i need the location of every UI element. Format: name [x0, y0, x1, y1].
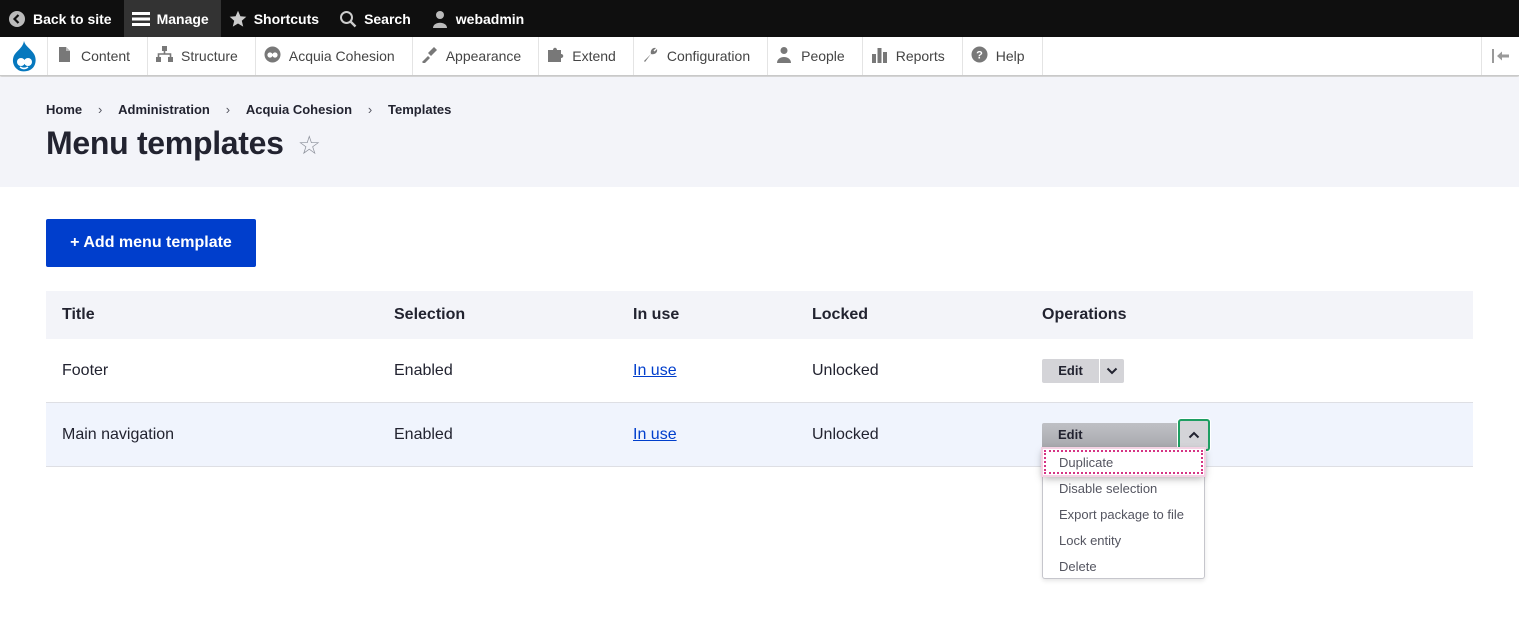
user-tab[interactable]: webadmin: [423, 0, 536, 37]
star-outline-icon[interactable]: ☆: [298, 132, 321, 158]
operations-dropbutton: Edit: [1042, 418, 1210, 451]
svg-text:?: ?: [976, 50, 983, 62]
paintbrush-icon: [421, 46, 438, 66]
menu-item-content[interactable]: Content: [48, 37, 149, 75]
star-filled-icon: [229, 10, 247, 28]
row-locked: Unlocked: [812, 361, 879, 379]
menu-item-reports[interactable]: Reports: [863, 37, 963, 75]
menu-item-extend[interactable]: Extend: [539, 37, 634, 75]
search-tab[interactable]: Search: [331, 0, 423, 37]
lock-entity-menu-item[interactable]: Lock entity: [1043, 527, 1204, 553]
search-icon: [339, 10, 357, 28]
admin-toolbar: Back to site Manage Shortcuts Search web…: [0, 0, 1519, 37]
menu-item-acquia-cohesion[interactable]: Acquia Cohesion: [256, 37, 413, 75]
export-package-menu-item[interactable]: Export package to file: [1043, 501, 1204, 527]
hamburger-icon: [131, 10, 150, 28]
menu-item-label: Extend: [572, 48, 616, 64]
back-to-site-label: Back to site: [33, 10, 112, 27]
table-header-row: Title Selection In use Locked Operations: [46, 291, 1473, 339]
user-icon: [431, 10, 449, 28]
manage-label: Manage: [156, 10, 209, 27]
structure-icon: [156, 46, 174, 66]
menu-item-configuration[interactable]: Configuration: [634, 37, 769, 75]
tray-spacer: [1043, 37, 1481, 75]
menu-item-structure[interactable]: Structure: [148, 37, 256, 75]
bar-chart-icon: [871, 46, 888, 66]
menu-item-label: People: [801, 48, 845, 64]
row-title: Main navigation: [62, 425, 175, 443]
menu-item-people[interactable]: People: [768, 37, 863, 75]
menu-item-appearance[interactable]: Appearance: [413, 37, 540, 75]
chevron-down-icon[interactable]: [1099, 358, 1124, 383]
breadcrumb-separator: ›: [97, 102, 103, 117]
edit-button[interactable]: Edit: [1042, 358, 1099, 383]
templates-table: Title Selection In use Locked Operations…: [46, 291, 1473, 467]
breadcrumb-separator: ›: [367, 102, 373, 117]
table-row: Footer Enabled In use Unlocked Edit: [46, 339, 1473, 403]
menu-item-label: Appearance: [445, 48, 522, 64]
page-title: Menu templates: [46, 125, 284, 161]
add-menu-template-button[interactable]: + Add menu template: [46, 219, 256, 267]
shortcuts-tab[interactable]: Shortcuts: [221, 0, 331, 37]
breadcrumb-templates[interactable]: Templates: [388, 102, 451, 117]
cohesion-icon: [264, 46, 281, 66]
admin-menu-tray: Content Structure Acquia Cohesion Appear…: [0, 37, 1519, 76]
back-arrow-icon: [8, 10, 26, 28]
duplicate-menu-item[interactable]: Duplicate: [1043, 449, 1204, 475]
chevron-up-icon[interactable]: [1178, 418, 1210, 451]
page-title-row: Menu templates ☆: [46, 125, 321, 162]
breadcrumb-home[interactable]: Home: [46, 102, 82, 117]
column-header-selection: Selection: [394, 306, 466, 323]
row-selection: Enabled: [394, 425, 453, 443]
menu-item-label: Structure: [181, 48, 238, 64]
breadcrumb-administration[interactable]: Administration: [118, 102, 210, 117]
page-header: Home › Administration › Acquia Cohesion …: [0, 77, 1519, 187]
people-icon: [776, 46, 793, 66]
menu-item-label: Help: [995, 48, 1025, 64]
disable-selection-menu-item[interactable]: Disable selection: [1043, 475, 1204, 501]
puzzle-icon: [547, 46, 564, 66]
search-label: Search: [364, 10, 411, 27]
breadcrumb-separator: ›: [225, 102, 231, 117]
shortcuts-label: Shortcuts: [253, 10, 320, 27]
operations-dropbutton: Edit: [1042, 358, 1124, 383]
breadcrumb: Home › Administration › Acquia Cohesion …: [46, 102, 451, 117]
in-use-link[interactable]: In use: [633, 426, 677, 443]
menu-item-label: Content: [81, 48, 131, 64]
help-icon: ?: [971, 46, 988, 66]
edit-button[interactable]: Edit: [1042, 422, 1178, 447]
column-header-title[interactable]: Title: [46, 306, 378, 324]
row-title: Footer: [62, 361, 109, 379]
in-use-link[interactable]: In use: [633, 362, 677, 379]
wrench-icon: [642, 46, 659, 66]
page-icon: [56, 46, 73, 66]
drupal-logo-icon[interactable]: [0, 37, 48, 75]
user-label: webadmin: [455, 10, 525, 27]
menu-item-label: Configuration: [666, 48, 751, 64]
breadcrumb-acquia-cohesion[interactable]: Acquia Cohesion: [246, 102, 352, 117]
table-row: Main navigation Enabled In use Unlocked …: [46, 403, 1473, 467]
delete-menu-item[interactable]: Delete: [1043, 553, 1204, 579]
column-header-in-use: In use: [633, 306, 680, 323]
menu-item-label: Acquia Cohesion: [288, 48, 395, 64]
row-locked: Unlocked: [812, 425, 879, 443]
column-header-locked: Locked: [812, 306, 869, 323]
operations-dropdown-menu: Duplicate Disable selection Export packa…: [1042, 448, 1205, 579]
manage-tab[interactable]: Manage: [123, 0, 221, 37]
menu-item-label: Reports: [895, 48, 945, 64]
row-selection: Enabled: [394, 361, 453, 379]
menu-item-help[interactable]: ? Help: [963, 37, 1043, 75]
collapse-tray-icon[interactable]: [1481, 37, 1519, 75]
back-to-site-link[interactable]: Back to site: [0, 0, 124, 37]
column-header-operations: Operations: [1042, 306, 1127, 323]
